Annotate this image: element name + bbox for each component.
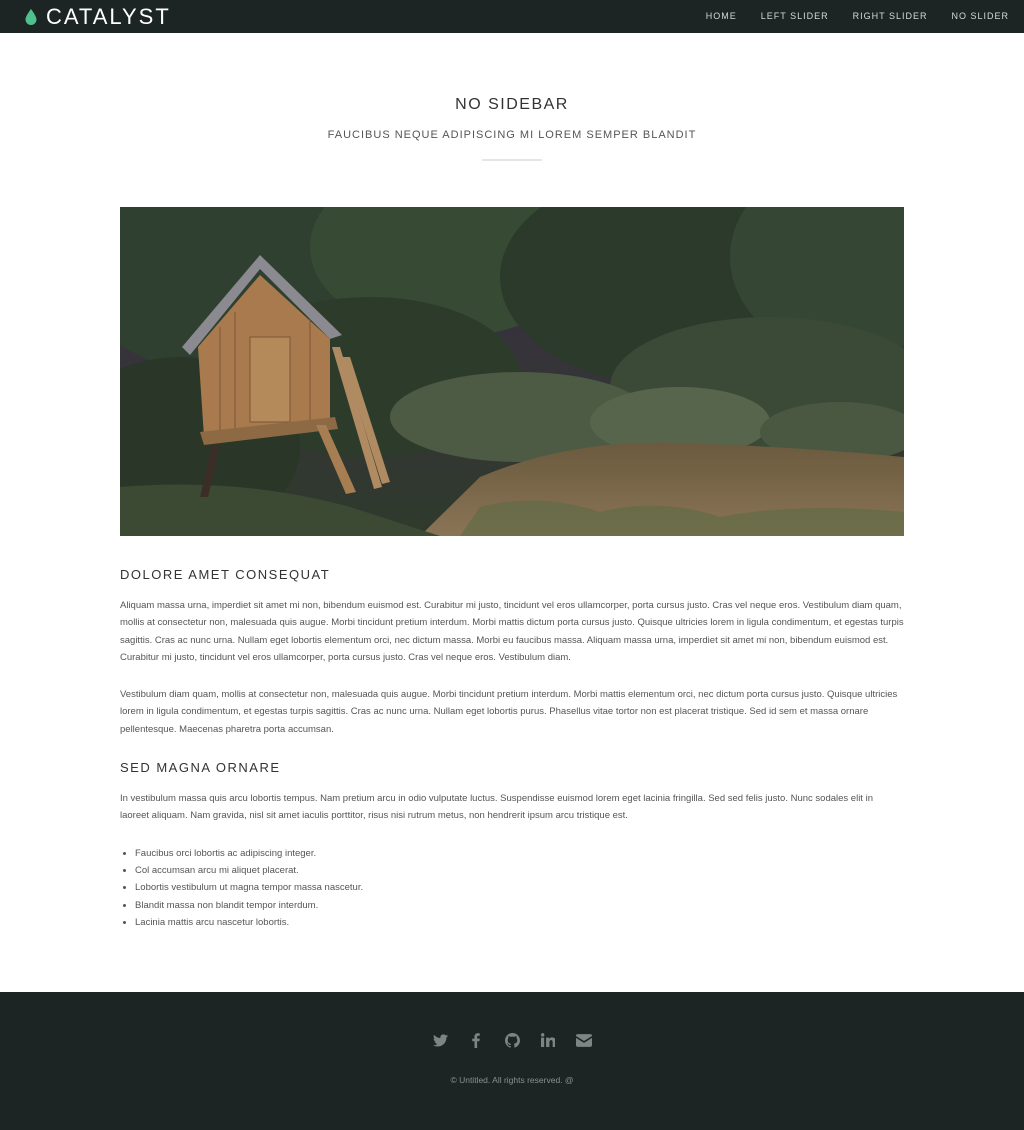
paragraph: In vestibulum massa quis arcu lobortis t… xyxy=(120,793,873,822)
copyright-text: © Untitled. All rights reserved. @ xyxy=(450,1075,574,1085)
brand-name: CATALYST xyxy=(46,4,171,29)
paragraph: Aliquam massa urna, imperdiet sit amet m… xyxy=(120,600,904,663)
section-heading: SED MAGNA ORNARE xyxy=(120,760,281,776)
list-item: Col accumsan arcu mi aliquet placerat. xyxy=(135,862,904,879)
github-icon[interactable] xyxy=(504,1032,520,1048)
bullet-list: Faucibus orci lobortis ac adipiscing int… xyxy=(120,845,904,931)
droplet-icon xyxy=(25,8,37,25)
list-item: Lobortis vestibulum ut magna tempor mass… xyxy=(135,879,904,896)
main-nav: HOME LEFT SLIDER RIGHT SLIDER NO SLIDER xyxy=(694,0,1024,33)
nav-left-slider-link[interactable]: LEFT SLIDER xyxy=(749,0,841,33)
footer: © Untitled. All rights reserved. @ xyxy=(0,992,1024,1130)
envelope-icon[interactable] xyxy=(576,1032,592,1048)
top-navbar: CATALYST HOME LEFT SLIDER RIGHT SLIDER N… xyxy=(0,0,1024,33)
list-item: Blandit massa non blandit tempor interdu… xyxy=(135,897,904,914)
nav-home-link[interactable]: HOME xyxy=(694,0,749,33)
list-item: Lacinia mattis arcu nascetur lobortis. xyxy=(135,914,904,931)
twitter-icon[interactable] xyxy=(432,1032,448,1048)
paragraph: Vestibulum diam quam, mollis at consecte… xyxy=(120,689,898,735)
page-subtitle: FAUCIBUS NEQUE ADIPISCING MI LOREM SEMPE… xyxy=(327,129,697,141)
title-divider xyxy=(482,159,542,161)
nav-right-slider-link[interactable]: RIGHT SLIDER xyxy=(841,0,940,33)
list-item: Faucibus orci lobortis ac adipiscing int… xyxy=(135,845,904,862)
article: DOLORE AMET CONSEQUAT Aliquam massa urna… xyxy=(120,567,904,931)
page-title: NO SIDEBAR xyxy=(455,96,569,113)
brand-logo[interactable]: CATALYST xyxy=(24,4,171,29)
social-links xyxy=(0,1032,1024,1048)
nav-no-slider-link[interactable]: NO SLIDER xyxy=(939,0,1024,33)
linkedin-icon[interactable] xyxy=(540,1032,556,1048)
hero-image xyxy=(120,207,904,536)
section-heading: DOLORE AMET CONSEQUAT xyxy=(120,567,331,582)
facebook-icon[interactable] xyxy=(468,1032,484,1048)
